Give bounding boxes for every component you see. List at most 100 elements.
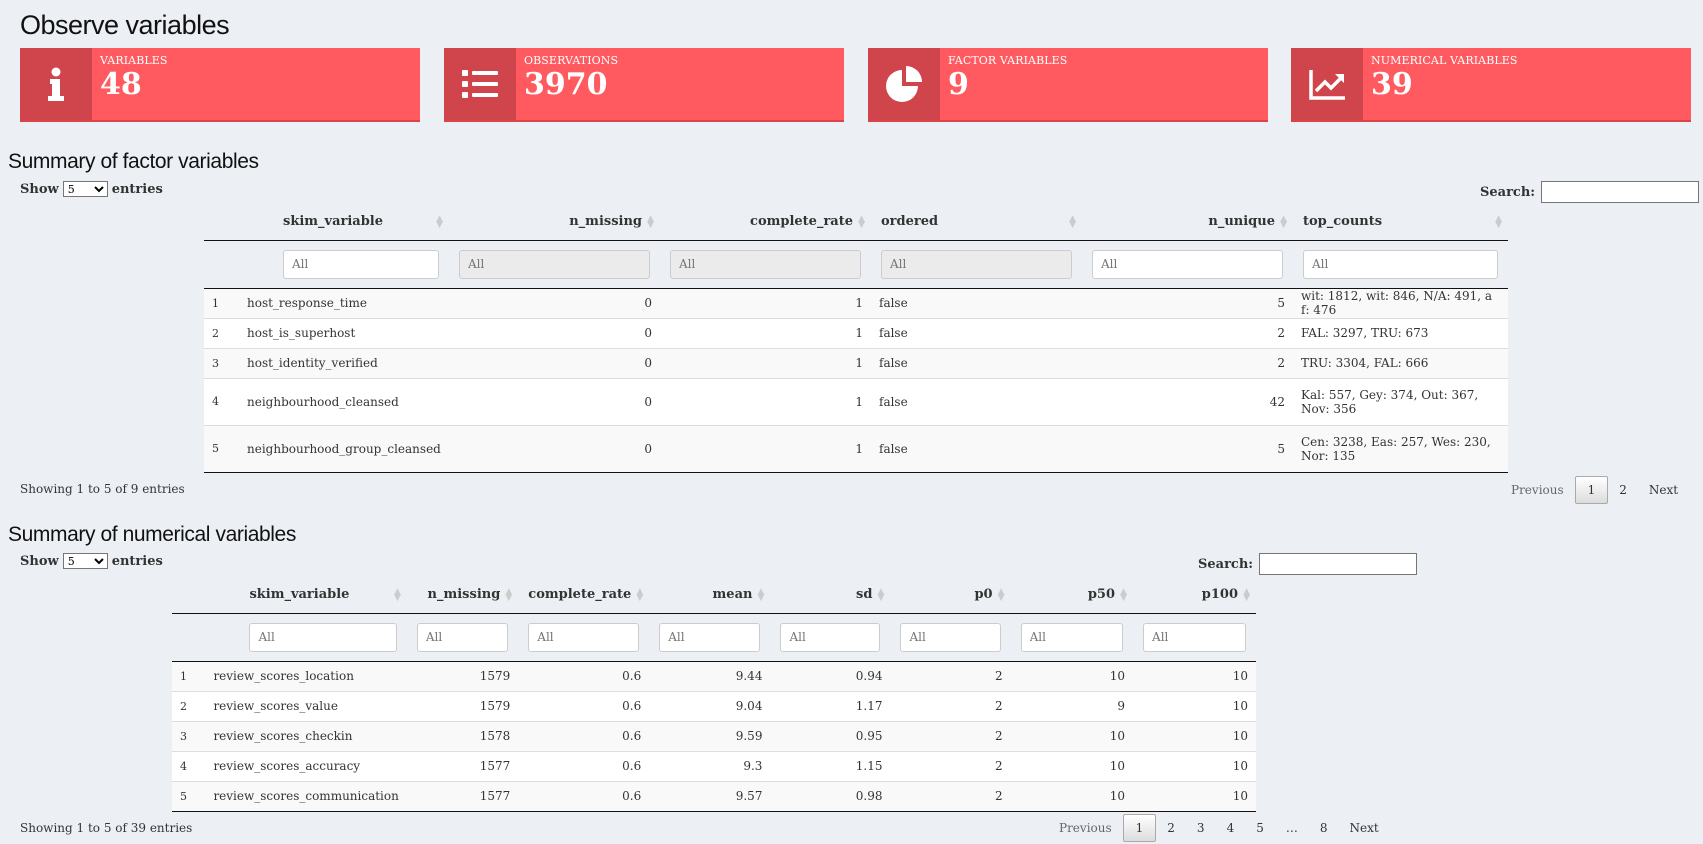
sort-icon: ▲ ▼: [997, 587, 1005, 603]
previous-button[interactable]: Previous: [1048, 815, 1123, 841]
filter-input[interactable]: [283, 249, 439, 279]
page-button[interactable]: 1: [1574, 476, 1609, 504]
cell: Kal: 557, Gey: 374, Out: 367, Nov: 356: [1293, 377, 1508, 425]
table-row[interactable]: 1 review_scores_location 1579 0.6 9.44 0.94 2 1…: [172, 660, 1256, 691]
cell: FAL: 3297, TRU: 673: [1293, 317, 1508, 348]
filter-input[interactable]: [459, 249, 650, 279]
page-button[interactable]: 8: [1309, 815, 1339, 841]
cell: host_identity_verified: [239, 347, 449, 378]
sort-icon: ▲ ▼: [757, 587, 765, 603]
cell: 0.98: [770, 780, 891, 812]
value-box-factor-variables: FACTOR VARIABLES 9: [868, 48, 1268, 122]
cell: 2: [890, 780, 1011, 812]
page-button[interactable]: 4: [1216, 815, 1246, 841]
column-header[interactable]: complete_rate ▲ ▼: [518, 577, 650, 614]
cell: 10: [1010, 660, 1134, 691]
row-index: 5: [172, 780, 206, 812]
cell: 10: [1010, 750, 1134, 781]
cell: 2: [1082, 317, 1293, 348]
factor-table: skim_variable ▲ ▼ n_missing ▲ ▼ complete_rat…: [204, 204, 1508, 473]
page-title: Observe variables: [20, 10, 230, 40]
page-button[interactable]: 1: [1122, 814, 1157, 842]
table-row[interactable]: 5 neighbourhood_group_cleansed 0 1 false 5 Cen…: [204, 424, 1508, 473]
cell: 1579: [406, 660, 519, 691]
previous-button[interactable]: Previous: [1500, 477, 1575, 503]
column-header[interactable]: skim_variable ▲ ▼: [239, 204, 449, 241]
page-button[interactable]: 2: [1156, 815, 1186, 841]
cell: neighbourhood_group_cleansed: [239, 424, 449, 473]
table-row[interactable]: 5 review_scores_communication 1577 0.6 9.57 0…: [172, 780, 1256, 812]
filter-input[interactable]: [780, 622, 881, 652]
table-row[interactable]: 1 host_response_time 0 1 false 5 wit: 1812, wi…: [204, 287, 1508, 318]
column-header[interactable]: ordered ▲ ▼: [871, 204, 1082, 241]
column-header[interactable]: n_unique ▲ ▼: [1082, 204, 1293, 241]
next-button[interactable]: Next: [1338, 815, 1389, 841]
page-button[interactable]: 2: [1608, 477, 1638, 503]
filter-input[interactable]: [900, 622, 1001, 652]
column-header[interactable]: complete_rate ▲ ▼: [660, 204, 871, 241]
filter-input[interactable]: [1092, 249, 1283, 279]
value-box-value: 3970: [524, 67, 608, 102]
cell: 9.3: [649, 750, 771, 781]
cell: 42: [1082, 377, 1293, 425]
value-box-variables: VARIABLES 48: [20, 48, 420, 122]
cell: 10: [1010, 780, 1134, 812]
numerical-search: Search:: [1198, 553, 1418, 575]
table-row[interactable]: 2 review_scores_value 1579 0.6 9.04 1.17 2 9 10: [172, 690, 1256, 721]
column-header[interactable]: sd ▲ ▼: [770, 577, 891, 614]
cell: review_scores_communication: [205, 780, 407, 812]
cell: 2: [890, 720, 1011, 751]
filter-input[interactable]: [1143, 622, 1246, 652]
cell: 1: [660, 317, 871, 348]
sort-icon: ▲ ▼: [858, 214, 865, 230]
sort-icon: ▲ ▼: [1069, 214, 1076, 230]
table-row[interactable]: 3 host_identity_verified 0 1 false 2 TRU: 3304…: [204, 347, 1508, 378]
cell: false: [871, 317, 1082, 348]
index-header: [172, 577, 206, 614]
list-icon: [444, 48, 516, 120]
table-row[interactable]: 3 review_scores_checkin 1578 0.6 9.59 0.95 2 10…: [172, 720, 1256, 751]
row-index: 1: [172, 660, 206, 691]
filter-input[interactable]: [659, 622, 761, 652]
row-index: 3: [172, 720, 206, 751]
column-header[interactable]: p50 ▲ ▼: [1010, 577, 1134, 614]
column-header[interactable]: n_missing ▲ ▼: [449, 204, 660, 241]
filter-input[interactable]: [416, 622, 509, 652]
factor-search-input[interactable]: [1541, 181, 1700, 203]
page-button[interactable]: 5: [1245, 815, 1275, 841]
numerical-search-input[interactable]: [1259, 553, 1418, 575]
column-header[interactable]: p100 ▲ ▼: [1133, 577, 1256, 614]
factor-length-select[interactable]: 5: [62, 181, 108, 197]
pie-chart-icon: [868, 48, 940, 120]
column-header[interactable]: p0 ▲ ▼: [890, 577, 1011, 614]
value-box-value: 39: [1371, 67, 1413, 102]
cell: 1: [660, 347, 871, 378]
filter-input[interactable]: [249, 622, 397, 652]
sort-icon: ▲ ▼: [636, 587, 644, 603]
cell: 0.6: [518, 660, 650, 691]
numerical-section-title: Summary of numerical variables: [8, 523, 296, 546]
column-header[interactable]: n_missing ▲ ▼: [406, 577, 519, 614]
table-row[interactable]: 4 neighbourhood_cleansed 0 1 false 42 Kal: 557…: [204, 377, 1508, 425]
numerical-length-select[interactable]: 5: [62, 553, 108, 569]
row-index: 1: [204, 287, 239, 318]
column-header[interactable]: skim_variable ▲ ▼: [205, 577, 407, 614]
column-header[interactable]: mean ▲ ▼: [649, 577, 771, 614]
filter-input[interactable]: [1303, 249, 1498, 279]
row-index: 2: [172, 690, 206, 721]
value-box-numerical-variables: NUMERICAL VARIABLES 39: [1291, 48, 1691, 122]
filter-input[interactable]: [881, 249, 1072, 279]
filter-input[interactable]: [1020, 622, 1124, 652]
next-button[interactable]: Next: [1638, 477, 1689, 503]
cell: 1577: [406, 750, 519, 781]
table-row[interactable]: 2 host_is_superhost 0 1 false 2 FAL: 3297, TRU…: [204, 317, 1508, 348]
cell: false: [871, 347, 1082, 378]
table-row[interactable]: 4 review_scores_accuracy 1577 0.6 9.3 1.15 2 10…: [172, 750, 1256, 781]
row-index: 2: [204, 317, 239, 348]
filter-input[interactable]: [528, 622, 640, 652]
row-index: 4: [204, 377, 239, 425]
column-header[interactable]: top_counts ▲ ▼: [1293, 204, 1508, 241]
page-button[interactable]: 3: [1186, 815, 1216, 841]
cell: 1: [660, 424, 871, 473]
filter-input[interactable]: [670, 249, 861, 279]
